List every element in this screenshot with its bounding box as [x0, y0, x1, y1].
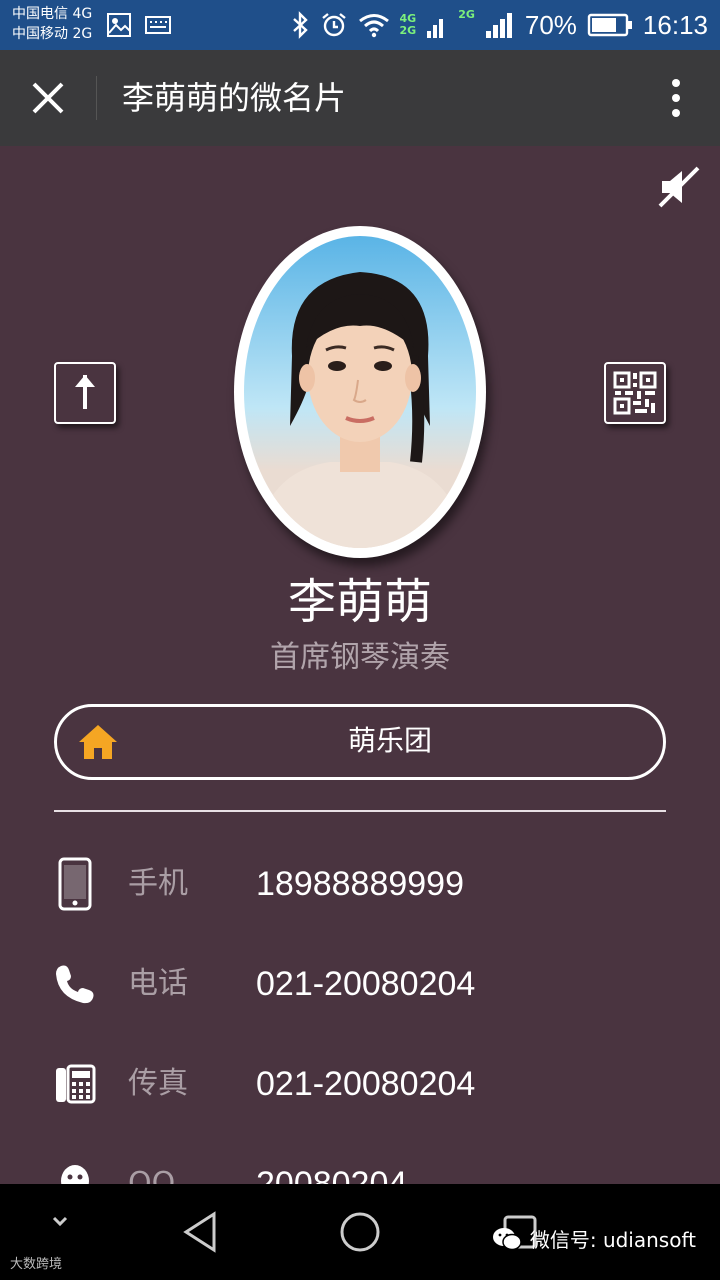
speaker-muted-icon: [658, 166, 700, 208]
signal-icon: [427, 19, 444, 38]
avatar-frame: [234, 226, 486, 558]
battery-percent: 70%: [524, 9, 577, 40]
net-2g: 2G: [399, 24, 417, 37]
watermark-left-text: 大数跨境: [10, 1257, 63, 1272]
avatar: [244, 236, 476, 548]
more-menu-button[interactable]: [660, 74, 692, 122]
fax-icon: [50, 1054, 100, 1114]
contact-label: 手机: [128, 866, 188, 901]
contact-value: 021-20080204: [256, 965, 476, 1003]
watermark-right-text: 微信号: udiansoft: [529, 1228, 696, 1252]
back-triangle-icon: [183, 1211, 216, 1253]
watermark-left: 大数跨境: [10, 1253, 62, 1272]
contact-row-telephone[interactable]: 电话 021-20080204: [0, 954, 720, 1014]
organization-name: 萌乐团: [347, 724, 432, 757]
title-divider: [96, 76, 97, 120]
title-bar: 李萌萌的微名片: [0, 50, 720, 146]
hide-keyboard-button[interactable]: [44, 1212, 76, 1236]
wifi-icon: [358, 14, 389, 38]
contact-label: 传真: [128, 1066, 188, 1101]
mute-button[interactable]: [654, 162, 704, 212]
close-button[interactable]: [24, 74, 72, 122]
signal-icon: [485, 13, 512, 38]
share-upload-icon: [75, 375, 95, 409]
bluetooth-icon: [292, 11, 308, 39]
home-circle-icon: [340, 1212, 380, 1252]
carrier-2: 中国移动 2G: [12, 26, 93, 42]
network-badge: 4G 2G: [400, 13, 417, 37]
back-button[interactable]: [180, 1210, 220, 1258]
more-vertical-icon: [672, 79, 680, 117]
image-icon: [107, 13, 131, 37]
chevron-down-icon: [52, 1216, 68, 1227]
contact-row-mobile[interactable]: 手机 18988889999: [0, 854, 720, 914]
notification-icons: [106, 12, 172, 38]
keyboard-icon: [145, 16, 171, 34]
clock: 16:13: [642, 9, 708, 40]
profile-photo: [254, 272, 466, 548]
contact-label: 电话: [128, 966, 188, 1001]
qr-code-button[interactable]: [604, 362, 666, 424]
net-2g-second: 2G: [458, 8, 475, 21]
mobile-phone-icon: [50, 854, 100, 914]
share-button[interactable]: [54, 362, 116, 424]
wechat-icon: [492, 1227, 522, 1250]
person-job-title: 首席钢琴演奏: [270, 640, 450, 675]
alarm-icon: [321, 13, 346, 37]
home-button[interactable]: [338, 1210, 382, 1258]
watermark-right: 微信号: udiansoft: [492, 1224, 696, 1253]
close-icon: [32, 82, 64, 114]
person-name: 李萌萌: [287, 574, 432, 630]
system-status: 4G 2G 2G 70% 16:13: [290, 8, 708, 42]
android-navigation-bar: 大数跨境 微信号: udiansoft: [0, 1184, 720, 1280]
contact-value: 18988889999: [256, 865, 465, 903]
qr-code-icon: [613, 371, 657, 415]
page-title: 李萌萌的微名片: [122, 79, 347, 117]
status-bar: 中国电信 4G 中国移动 2G 4G 2G 2G 70% 16:13: [0, 0, 720, 50]
section-divider: [54, 810, 666, 812]
carrier-1: 中国电信 4G: [12, 6, 93, 22]
contact-row-fax[interactable]: 传真 021-20080204: [0, 1054, 720, 1114]
contact-value: 021-20080204: [256, 1065, 476, 1103]
telephone-icon: [50, 954, 100, 1014]
organization-button[interactable]: 萌乐团: [54, 704, 666, 780]
carrier-info: 中国电信 4G 中国移动 2G: [12, 4, 92, 44]
battery-icon: [587, 13, 632, 37]
